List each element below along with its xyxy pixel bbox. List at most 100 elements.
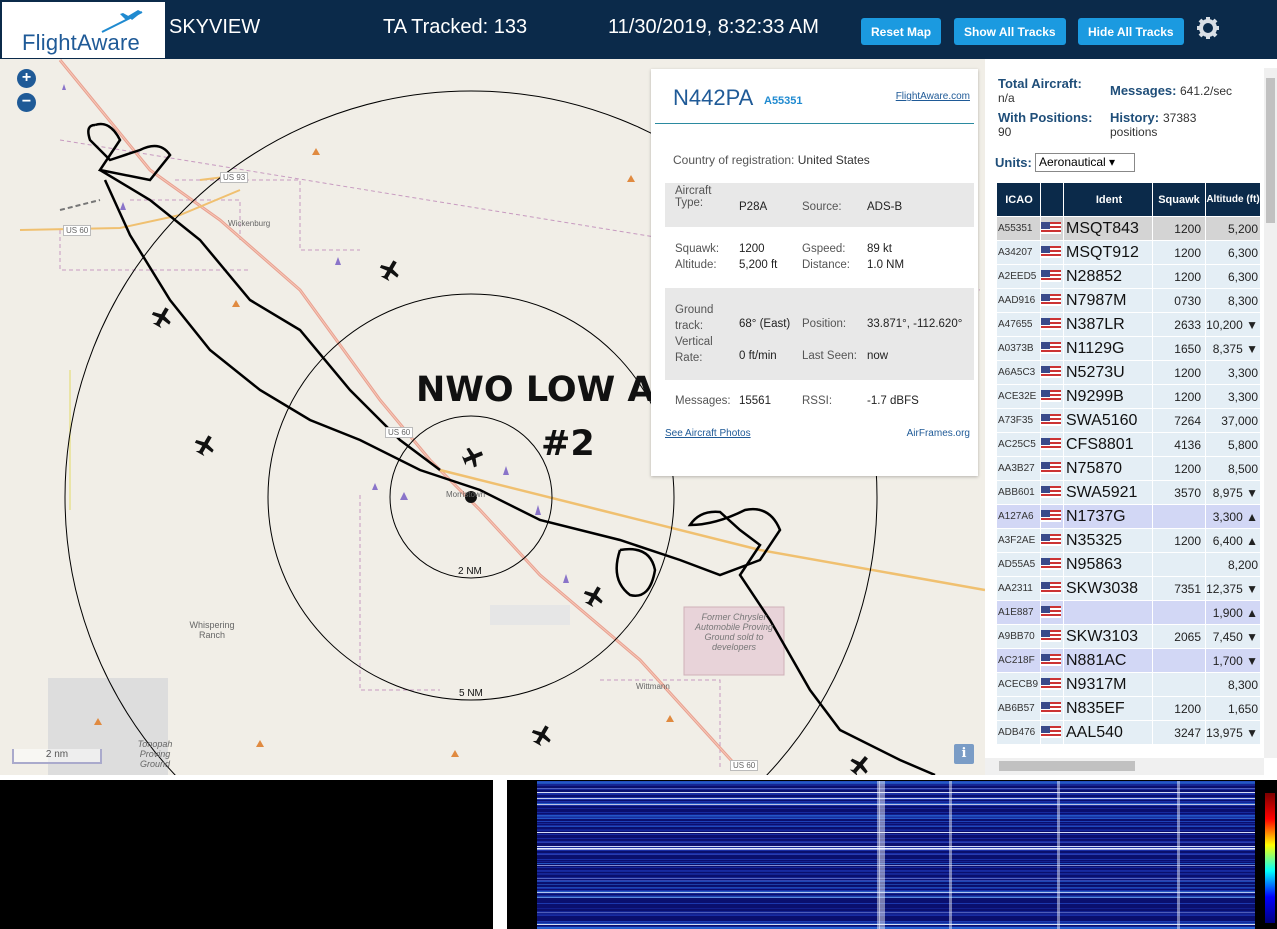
- flag-cell: [1041, 241, 1063, 264]
- col-ident[interactable]: Ident: [1064, 183, 1152, 216]
- flightaware-link[interactable]: FlightAware.com: [896, 91, 970, 102]
- icao-cell: A2EED5: [997, 265, 1040, 288]
- aircraft-row[interactable]: ADB476 AAL540 3247 13,975 ▼: [997, 721, 1260, 744]
- icao-cell: ABB601: [997, 481, 1040, 504]
- icao-cell: AB6B57: [997, 697, 1040, 720]
- distance-value: 1.0 NM: [867, 259, 905, 271]
- history-value: 37383: [1163, 111, 1197, 125]
- altitude-cell: 8,300: [1206, 289, 1260, 312]
- scroll-thumb[interactable]: [999, 761, 1135, 771]
- aircraft-row[interactable]: A3F2AE N35325 1200 6,400 ▲: [997, 529, 1260, 552]
- ident-cell: SWA5160: [1064, 409, 1152, 432]
- altitude-cell: 5,800: [1206, 433, 1260, 456]
- aircraft-row[interactable]: ABB601 SWA5921 3570 8,975 ▼: [997, 481, 1260, 504]
- squawk-cell: [1153, 553, 1205, 576]
- total-aircraft-label: Total Aircraft:: [998, 76, 1082, 91]
- gear-icon[interactable]: [1196, 16, 1220, 40]
- col-flag[interactable]: [1041, 183, 1063, 216]
- gspeed-value: 89 kt: [867, 243, 892, 255]
- ident-cell: N28852: [1064, 265, 1152, 288]
- aircraft-row[interactable]: A0373B N1129G 1650 8,375 ▼: [997, 337, 1260, 360]
- ident-cell: N9299B: [1064, 385, 1152, 408]
- gspeed-label: Gspeed:: [802, 243, 846, 255]
- aircraft-row[interactable]: A1E887 1,900 ▲: [997, 601, 1260, 624]
- panel-divider: [493, 780, 507, 929]
- icao-cell: AA2311: [997, 577, 1040, 600]
- road-shield-us60: US 60: [730, 760, 759, 771]
- altitude-cell: 8,975 ▼: [1206, 481, 1260, 504]
- aircraft-row[interactable]: A6A5C3 N5273U 1200 3,300: [997, 361, 1260, 384]
- show-all-tracks-button[interactable]: Show All Tracks: [954, 18, 1066, 45]
- ident-cell: MSQT843: [1064, 217, 1152, 240]
- source-label: Source:: [802, 201, 842, 213]
- sidebar-vertical-scrollbar[interactable]: [1264, 68, 1277, 758]
- units-select[interactable]: Aeronautical ▾: [1035, 153, 1135, 172]
- squawk-cell: 3247: [1153, 721, 1205, 744]
- squawk-cell: 1200: [1153, 385, 1205, 408]
- aircraft-row[interactable]: AD55A5 N95863 8,200: [997, 553, 1260, 576]
- altitude-cell: 5,200: [1206, 217, 1260, 240]
- us-flag-icon: [1041, 486, 1061, 499]
- squawk-cell: [1153, 601, 1205, 624]
- place-morristown: Morristown: [446, 490, 486, 499]
- hide-all-tracks-button[interactable]: Hide All Tracks: [1078, 18, 1184, 45]
- us-flag-icon: [1041, 246, 1061, 259]
- position-label: Position:: [802, 318, 847, 330]
- map-info-button[interactable]: i: [954, 744, 974, 764]
- flightaware-logo[interactable]: FlightAware: [2, 2, 165, 58]
- aircraft-row[interactable]: AA3B27 N75870 1200 8,500: [997, 457, 1260, 480]
- us-flag-icon: [1041, 414, 1061, 427]
- place-wittmann: Wittmann: [636, 682, 670, 691]
- flag-cell: [1041, 337, 1063, 360]
- altitude-cell: 37,000: [1206, 409, 1260, 432]
- ident-cell: N1737G: [1064, 505, 1152, 528]
- aircraft-icon: [583, 586, 603, 608]
- airframes-link[interactable]: AirFrames.org: [907, 428, 970, 439]
- aircraft-row[interactable]: AAD916 N7987M 0730 8,300: [997, 289, 1260, 312]
- altitude-cell: 3,300: [1206, 361, 1260, 384]
- spectrogram-canvas: [537, 781, 1255, 929]
- zoom-in-button[interactable]: +: [17, 69, 36, 88]
- aircraft-row[interactable]: A9BB70 SKW3103 2065 7,450 ▼: [997, 625, 1260, 648]
- aircraft-sidebar: Total Aircraft: n/a Messages: 641.2/sec …: [985, 59, 1277, 775]
- aircraft-row[interactable]: ACE32E N9299B 1200 3,300: [997, 385, 1260, 408]
- ident-cell: N75870: [1064, 457, 1152, 480]
- aircraft-row[interactable]: AC218F N881AC 1,700 ▼: [997, 649, 1260, 672]
- total-aircraft-value: n/a: [998, 91, 1015, 105]
- icao-cell: A6A5C3: [997, 361, 1040, 384]
- aircraft-row[interactable]: A47655 N387LR 2633 10,200 ▼: [997, 313, 1260, 336]
- aircraft-icon: [151, 307, 171, 329]
- ring-label-5nm: 5 NM: [459, 688, 483, 699]
- col-altitude[interactable]: Altitude (ft): [1206, 183, 1260, 216]
- aircraft-row[interactable]: A55351 MSQT843 1200 5,200: [997, 217, 1260, 240]
- source-value: ADS-B: [867, 201, 903, 213]
- reset-map-button[interactable]: Reset Map: [861, 18, 942, 45]
- position-value: 33.871°, -112.620°: [867, 318, 963, 330]
- aircraft-row[interactable]: AB6B57 N835EF 1200 1,650: [997, 697, 1260, 720]
- altitude-value: 5,200 ft: [739, 259, 778, 271]
- altitude-cell: 6,300: [1206, 241, 1260, 264]
- aircraft-row[interactable]: A2EED5 N28852 1200 6,300: [997, 265, 1260, 288]
- aircraft-row[interactable]: ACECB9 N9317M 8,300: [997, 673, 1260, 696]
- squawk-cell: 3570: [1153, 481, 1205, 504]
- airport-icon: [120, 202, 126, 210]
- col-squawk[interactable]: Squawk: [1153, 183, 1205, 216]
- ident-cell: MSQT912: [1064, 241, 1152, 264]
- popup-hex[interactable]: A55351: [764, 95, 803, 107]
- us-flag-icon: [1041, 390, 1061, 403]
- aircraft-photos-link[interactable]: See Aircraft Photos: [665, 428, 751, 439]
- airport-icon: [400, 492, 408, 500]
- aircraft-row[interactable]: AA2311 SKW3038 7351 12,375 ▼: [997, 577, 1260, 600]
- flag-cell: [1041, 385, 1063, 408]
- sidebar-horizontal-scrollbar[interactable]: [985, 758, 1264, 775]
- zoom-out-button[interactable]: −: [17, 93, 36, 112]
- aircraft-row[interactable]: A127A6 N1737G 3,300 ▲: [997, 505, 1260, 528]
- scroll-thumb[interactable]: [1266, 78, 1275, 223]
- ident-cell: CFS8801: [1064, 433, 1152, 456]
- aircraft-row[interactable]: AC25C5 CFS8801 4136 5,800: [997, 433, 1260, 456]
- popup-registration: N442PA: [673, 85, 754, 110]
- col-icao[interactable]: ICAO: [997, 183, 1040, 216]
- map-scale-bar: 2 nm: [12, 749, 102, 764]
- aircraft-row[interactable]: A73F35 SWA5160 7264 37,000: [997, 409, 1260, 432]
- aircraft-row[interactable]: A34207 MSQT912 1200 6,300: [997, 241, 1260, 264]
